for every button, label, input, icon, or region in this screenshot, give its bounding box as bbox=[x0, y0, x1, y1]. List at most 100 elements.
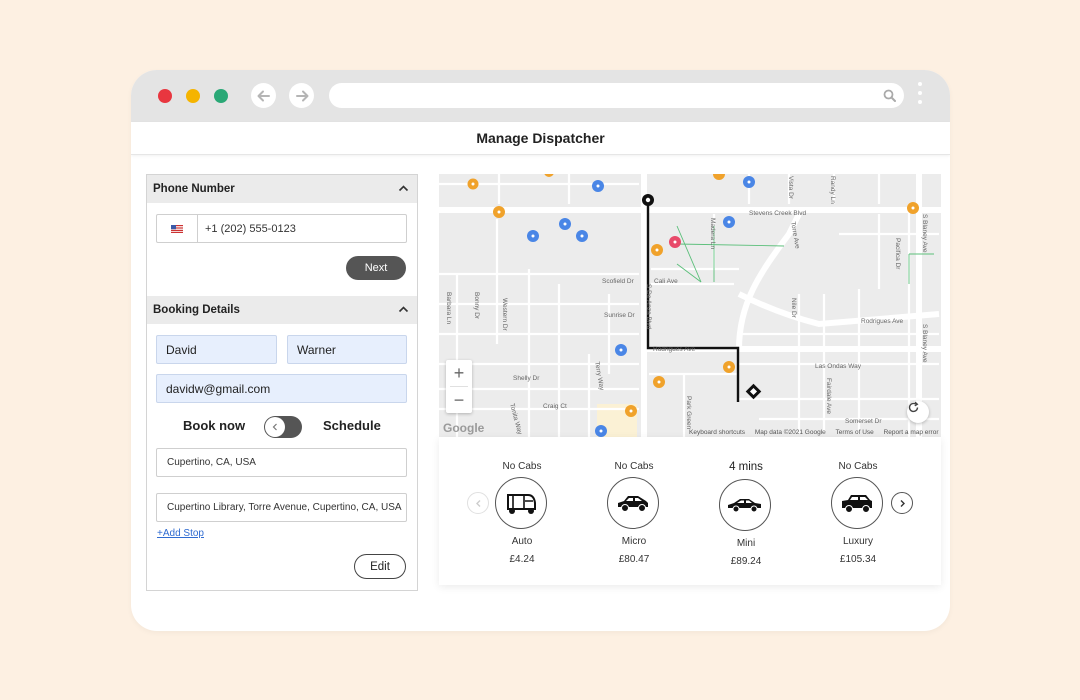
street-label: Stevens Creek Blvd bbox=[749, 210, 806, 217]
phone-section-title: Phone Number bbox=[153, 183, 235, 195]
report-error-link[interactable]: Report a map error bbox=[884, 429, 939, 436]
map-canvas[interactable]: Stevens Creek Blvd Cali Ave Scofield Dr … bbox=[439, 174, 941, 437]
first-name-field[interactable]: David bbox=[156, 335, 277, 364]
edit-button[interactable]: Edit bbox=[354, 554, 406, 579]
arrow-right-icon bbox=[295, 90, 308, 101]
street-label: Pacifica Dr bbox=[894, 238, 901, 270]
cab-status: 4 mins bbox=[729, 461, 763, 473]
street-label: Barbara Ln bbox=[445, 292, 452, 325]
street-label: Las Ondas Way bbox=[815, 363, 862, 370]
map-attribution: Keyboard shortcuts Map data ©2021 Google… bbox=[689, 429, 941, 436]
street-label: Shelly Dr bbox=[513, 375, 540, 382]
email-field[interactable]: davidw@gmail.com bbox=[156, 374, 407, 403]
pickup-value: Cupertino, CA, USA bbox=[167, 457, 256, 468]
forward-button[interactable] bbox=[289, 83, 314, 108]
chevron-up-icon[interactable] bbox=[398, 304, 409, 315]
chevron-left-icon bbox=[272, 423, 277, 431]
zoom-out-button[interactable]: − bbox=[446, 387, 472, 413]
street-label: Randy Ln bbox=[829, 176, 836, 204]
keyboard-shortcuts-link[interactable]: Keyboard shortcuts bbox=[689, 429, 745, 436]
browser-window: Manage Dispatcher Phone Number +1 (202) … bbox=[131, 70, 950, 631]
map-data-text: Map data ©2021 Google bbox=[754, 429, 826, 436]
chevron-right-icon bbox=[900, 499, 905, 507]
street-label: S Blaney Ave bbox=[921, 214, 928, 253]
street-label: Madera Ln bbox=[709, 218, 716, 249]
toggle-knob[interactable] bbox=[265, 417, 285, 437]
booking-section-header[interactable]: Booking Details bbox=[147, 296, 417, 324]
terms-link[interactable]: Terms of Use bbox=[835, 429, 873, 436]
more-options-icon[interactable] bbox=[917, 82, 923, 110]
dropoff-field[interactable]: Cupertino Library, Torre Avenue, Cuperti… bbox=[156, 493, 407, 522]
booking-mode-toggle[interactable] bbox=[264, 416, 302, 438]
cab-status: No Cabs bbox=[614, 461, 654, 472]
street-label: Rodrigues Ave bbox=[861, 318, 904, 325]
arrow-left-icon bbox=[257, 90, 270, 101]
close-window-dot[interactable] bbox=[158, 89, 172, 103]
us-flag-icon bbox=[171, 224, 183, 233]
map-refresh-button[interactable] bbox=[907, 401, 929, 423]
cab-icon-circle[interactable] bbox=[495, 477, 547, 529]
cab-price: £80.47 bbox=[618, 554, 650, 565]
last-name-field[interactable]: Warner bbox=[287, 335, 407, 364]
email-value: davidw@gmail.com bbox=[166, 381, 271, 396]
cab-icon-circle[interactable] bbox=[719, 479, 771, 531]
street-label: Park Green bbox=[685, 396, 692, 430]
street-label: Tonita Way bbox=[508, 403, 523, 436]
auto-rickshaw-icon bbox=[507, 494, 536, 514]
last-name-value: Warner bbox=[297, 342, 336, 357]
cab-selector: No Cabs Auto £4.24 No Cabs Micro £80.47 … bbox=[439, 437, 941, 585]
cab-name: Micro bbox=[621, 536, 647, 547]
first-name-value: David bbox=[166, 342, 197, 357]
street-label: Cali Ave bbox=[654, 278, 678, 285]
street-label: Nile Dr bbox=[790, 298, 797, 319]
cab-status: No Cabs bbox=[502, 461, 542, 472]
cab-status: No Cabs bbox=[838, 461, 878, 472]
dispatch-form-panel: Phone Number +1 (202) 555-0123 Next Book… bbox=[146, 174, 418, 591]
add-stop-link[interactable]: +Add Stop bbox=[157, 528, 204, 539]
sedan-car-icon bbox=[728, 499, 761, 513]
street-label: S Blaney Ave bbox=[921, 324, 928, 363]
country-selector[interactable] bbox=[157, 215, 198, 242]
cab-icon-circle[interactable] bbox=[607, 477, 659, 529]
cabs-prev-button[interactable] bbox=[467, 492, 489, 514]
phone-section-header[interactable]: Phone Number bbox=[147, 175, 417, 203]
street-label: Craig Ct bbox=[543, 403, 567, 410]
zoom-in-button[interactable]: + bbox=[446, 360, 472, 386]
cabs-next-button[interactable] bbox=[891, 492, 913, 514]
minimize-window-dot[interactable] bbox=[186, 89, 200, 103]
chevron-left-icon bbox=[475, 499, 480, 507]
street-label: Sunrise Dr bbox=[604, 312, 636, 319]
cab-price: £89.24 bbox=[730, 556, 762, 567]
address-bar[interactable] bbox=[329, 83, 904, 108]
booking-section-title: Booking Details bbox=[153, 304, 240, 316]
schedule-label[interactable]: Schedule bbox=[323, 418, 381, 433]
chevron-up-icon[interactable] bbox=[398, 183, 409, 194]
street-label: Scofield Dr bbox=[602, 278, 635, 285]
street-label: Western Dr bbox=[501, 298, 508, 332]
cab-icon-circle[interactable] bbox=[831, 477, 883, 529]
browser-toolbar bbox=[131, 70, 950, 122]
refresh-icon bbox=[908, 401, 919, 413]
page-title: Manage Dispatcher bbox=[131, 122, 950, 155]
phone-value: +1 (202) 555-0123 bbox=[205, 222, 296, 235]
map-zoom-control: + − bbox=[446, 360, 472, 413]
street-label: Bonny Dr bbox=[473, 292, 480, 320]
street-label: Fairdale Ave bbox=[825, 378, 832, 414]
street-label: Somerset Dr bbox=[845, 418, 882, 425]
next-button[interactable]: Next bbox=[346, 256, 406, 280]
phone-field[interactable]: +1 (202) 555-0123 bbox=[156, 214, 407, 243]
hatchback-car-icon bbox=[618, 496, 648, 512]
back-button[interactable] bbox=[251, 83, 276, 108]
street-label: Vista Dr bbox=[787, 176, 794, 200]
route-map[interactable]: Stevens Creek Blvd Cali Ave Scofield Dr … bbox=[439, 174, 941, 437]
book-now-label[interactable]: Book now bbox=[183, 418, 245, 433]
search-icon bbox=[883, 89, 896, 102]
street-label: S De Anza Blvd bbox=[645, 284, 652, 330]
pickup-field[interactable]: Cupertino, CA, USA bbox=[156, 448, 407, 477]
cab-price: £4.24 bbox=[509, 554, 535, 565]
cab-name: Auto bbox=[511, 536, 533, 547]
cab-price: £105.34 bbox=[839, 554, 877, 565]
street-label: Terry Way bbox=[593, 361, 605, 392]
street-label: Rodrigues Ave bbox=[653, 346, 696, 353]
maximize-window-dot[interactable] bbox=[214, 89, 228, 103]
